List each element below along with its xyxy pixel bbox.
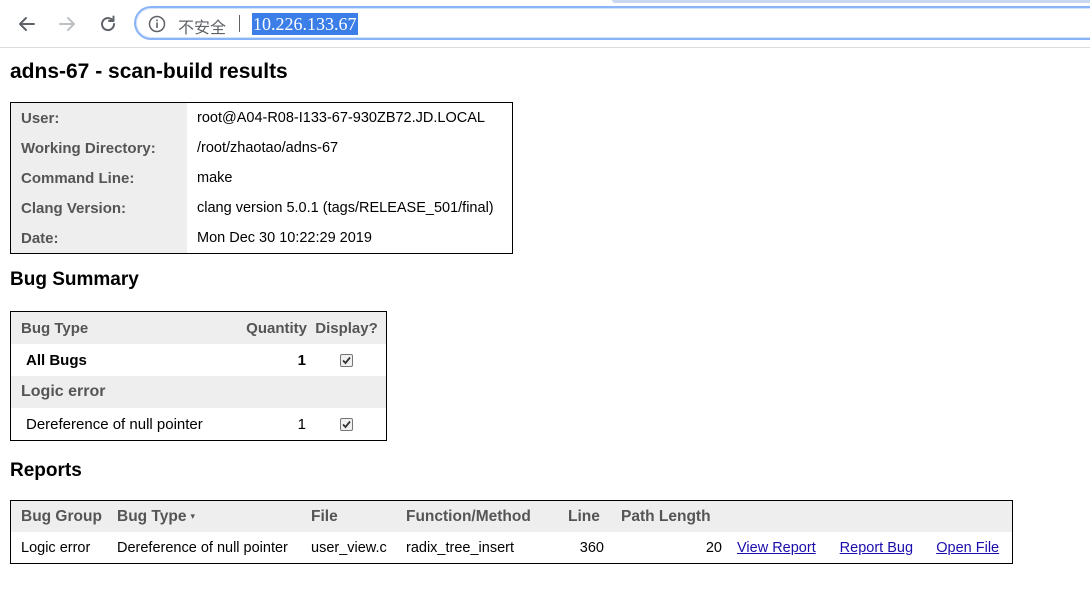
cell-bug-type: Dereference of null pointer [117,539,288,556]
back-arrow-icon [19,17,35,31]
browser-toolbar: 不安全 10.226.133.67 [0,0,1090,48]
info-row-command-line: Command Line: make [11,163,512,193]
page-content: adns-67 - scan-build results User: root@… [10,47,1090,597]
bug-summary-table: Bug Type Quantity Display? All Bugs 1 Lo… [10,311,387,441]
group-label-logic-error: Logic error [11,376,386,408]
summary-row-all-bugs: All Bugs 1 [11,344,386,376]
bug-type-display-checkbox[interactable] [340,418,353,432]
info-row-clang-version: Clang Version: clang version 5.0.1 (tags… [11,193,512,223]
all-bugs-display-checkbox[interactable] [340,354,353,368]
cell-path-length: 20 [705,539,722,556]
info-value: make [197,170,233,186]
info-label: Date: [11,223,187,253]
table-row: Logic error Dereference of null pointer … [11,532,1012,563]
column-header-line[interactable]: Line [568,501,621,532]
info-label: Clang Version: [11,193,187,223]
summary-row-item: Dereference of null pointer 1 [11,408,386,440]
summary-header-row: Bug Type Quantity Display? [11,312,386,344]
url-text[interactable]: 10.226.133.67 [252,13,358,35]
view-report-link[interactable]: View Report [737,540,816,556]
info-value: Mon Dec 30 10:22:29 2019 [197,230,372,246]
forward-button[interactable] [52,9,82,39]
cell-function: radix_tree_insert [406,539,514,556]
sort-descending-icon: ▾ [190,510,195,521]
info-label: Working Directory: [11,133,187,163]
info-row-working-directory: Working Directory: /root/zhaotao/adns-67 [11,133,512,163]
reports-table: Bug Group Bug Type ▾ File Function/Method… [10,500,1013,564]
all-bugs-quantity: 1 [297,351,306,369]
all-bugs-label: All Bugs [26,351,87,369]
column-header-bug-type-cell[interactable]: Bug Type ▾ [117,501,311,532]
back-button[interactable] [12,9,42,39]
column-header-actions [732,501,840,532]
cell-file: user_view.c [311,539,387,556]
column-header-display: Display? [307,312,386,344]
column-header-function[interactable]: Function/Method [406,501,568,532]
bug-type-label: Dereference of null pointer [26,415,203,433]
cell-bug-group: Logic error [21,539,91,556]
tab-strip-edge [612,0,1090,3]
open-file-link[interactable]: Open File [936,540,999,556]
column-header-bug-type: Bug Type [11,312,216,344]
address-separator [239,15,240,32]
info-row-user: User: root@A04-R08-I133-67-930ZB72.JD.LO… [11,103,512,133]
info-value: clang version 5.0.1 (tags/RELEASE_501/fi… [197,200,494,216]
reload-button[interactable] [93,9,123,39]
info-row-date: Date: Mon Dec 30 10:22:29 2019 [11,223,512,253]
page-title: adns-67 - scan-build results [10,60,288,83]
summary-group-row: Logic error [11,376,386,408]
checkmark-icon [342,356,351,365]
column-header-quantity: Quantity [216,312,307,344]
cell-line: 360 [579,539,604,556]
insecure-label[interactable]: 不安全 [178,14,226,38]
info-label: User: [11,103,187,133]
bug-type-quantity: 1 [297,415,306,433]
column-header-bug-group[interactable]: Bug Group [11,501,117,532]
report-bug-link[interactable]: Report Bug [840,540,913,556]
address-bar[interactable]: 不安全 10.226.133.67 [134,6,1090,40]
column-header-bug-type[interactable]: Bug Type [117,508,186,525]
reports-heading: Reports [10,460,82,481]
info-value: root@A04-R08-I133-67-930ZB72.JD.LOCAL [197,110,485,126]
column-header-path-length[interactable]: Path Length [621,501,732,532]
bug-summary-heading: Bug Summary [10,269,139,290]
info-icon[interactable] [148,15,166,38]
info-label: Command Line: [11,163,187,193]
info-table: User: root@A04-R08-I133-67-930ZB72.JD.LO… [10,102,513,254]
info-value: /root/zhaotao/adns-67 [197,140,339,156]
checkmark-icon [342,420,351,429]
reports-header-row: Bug Group Bug Type ▾ File Function/Method… [11,501,1012,532]
reload-icon [101,15,116,32]
column-header-file[interactable]: File [311,501,406,532]
column-header-actions-2 [839,501,937,532]
forward-arrow-icon [59,17,75,31]
column-header-actions-3 [936,501,1012,532]
